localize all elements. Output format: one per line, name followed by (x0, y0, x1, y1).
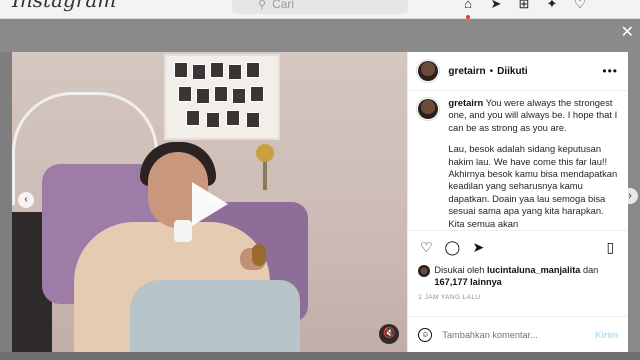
save-icon[interactable]: ▯ (602, 239, 618, 255)
background-feed-bottom (0, 352, 640, 360)
heart-icon[interactable]: ♡ (572, 0, 588, 12)
media-prev-icon[interactable]: ‹ (18, 192, 34, 208)
comment-input[interactable] (442, 329, 583, 340)
liker-avatar[interactable] (418, 265, 431, 277)
liker-username[interactable]: lucintaluna_manjalita (487, 265, 580, 275)
home-icon[interactable]: ⌂ (460, 0, 476, 12)
likes-count[interactable]: 167,177 (434, 277, 467, 287)
send-button[interactable]: Kirim (595, 330, 619, 340)
neck-bandage (174, 220, 192, 242)
photo (226, 110, 240, 126)
caption-paragraph-2: Lau, besok adalah sidang keputusan hakim… (448, 143, 618, 229)
likes-prefix: Disukai oleh (434, 265, 487, 275)
caption-text: gretairn You were always the strongest o… (448, 97, 618, 229)
emoji-icon[interactable]: ☺ (418, 327, 433, 342)
close-icon[interactable]: ✕ (621, 22, 634, 42)
active-indicator (466, 15, 470, 19)
explore-icon[interactable]: ✦ (544, 0, 560, 12)
caption-row: gretairn You were always the strongest o… (418, 97, 618, 229)
post-username[interactable]: gretairn (448, 66, 485, 77)
lamp (256, 144, 274, 162)
photo (246, 62, 260, 78)
photo (186, 110, 200, 126)
avatar[interactable] (418, 61, 439, 81)
more-options-icon[interactable]: ••• (602, 64, 618, 78)
new-post-icon[interactable]: ⊞ (516, 0, 532, 12)
comment-icon[interactable]: ◯ (444, 239, 461, 255)
photo (228, 64, 242, 80)
photo (214, 86, 228, 102)
search-icon: ⚲ (258, 0, 267, 11)
photo (246, 112, 260, 128)
post-header: gretairn • Diikuti ••• (408, 52, 628, 91)
search-box[interactable]: ⚲ Cari (232, 0, 408, 14)
photo (250, 86, 264, 102)
photo (192, 64, 206, 80)
follow-status-button[interactable]: Diikuti (497, 66, 528, 77)
background-feed-left (0, 52, 12, 352)
likes-mid: dan (580, 265, 599, 275)
top-icons: ⌂ ➤ ⊞ ✦ ♡ (460, 0, 588, 12)
top-navbar: Instagram ⚲ Cari ⌂ ➤ ⊞ ✦ ♡ (0, 0, 640, 19)
wall-photo-frame (164, 54, 280, 140)
photo (210, 62, 224, 78)
blanket (130, 280, 300, 352)
caption-username[interactable]: gretairn (448, 97, 483, 108)
share-icon[interactable]: ➤ (470, 239, 486, 255)
post-timestamp[interactable]: 2 JAM YANG LALU (418, 294, 480, 301)
photo (196, 88, 210, 104)
likes-suffix[interactable]: lainnya (468, 277, 502, 287)
snack (252, 244, 266, 266)
brand-logo[interactable]: Instagram (12, 0, 116, 12)
caption-area: gretairn You were always the strongest o… (408, 91, 628, 229)
avatar[interactable] (418, 99, 439, 119)
comment-bar: ☺ Kirim (408, 316, 628, 352)
likes-summary: Disukai oleh lucintaluna_manjalita dan 1… (418, 264, 624, 288)
photo (174, 62, 188, 78)
like-icon[interactable]: ♡ (418, 239, 434, 255)
photo (232, 88, 246, 104)
search-placeholder: Cari (272, 0, 295, 11)
post-panel: gretairn • Diikuti ••• gretairn You were… (407, 52, 628, 352)
separator-dot: • (489, 65, 494, 77)
lamp-stem (263, 160, 267, 190)
action-bar: ♡ ◯ ➤ ▯ (408, 230, 628, 261)
play-icon[interactable] (192, 182, 228, 226)
post-modal: ‹ 🔇 gretairn • Diikuti ••• gretairn You … (12, 52, 628, 352)
photo (206, 112, 220, 128)
messenger-icon[interactable]: ➤ (488, 0, 504, 12)
post-video[interactable]: ‹ 🔇 (12, 52, 408, 352)
likes-text: Disukai oleh lucintaluna_manjalita dan 1… (434, 264, 624, 288)
photo (178, 86, 192, 102)
